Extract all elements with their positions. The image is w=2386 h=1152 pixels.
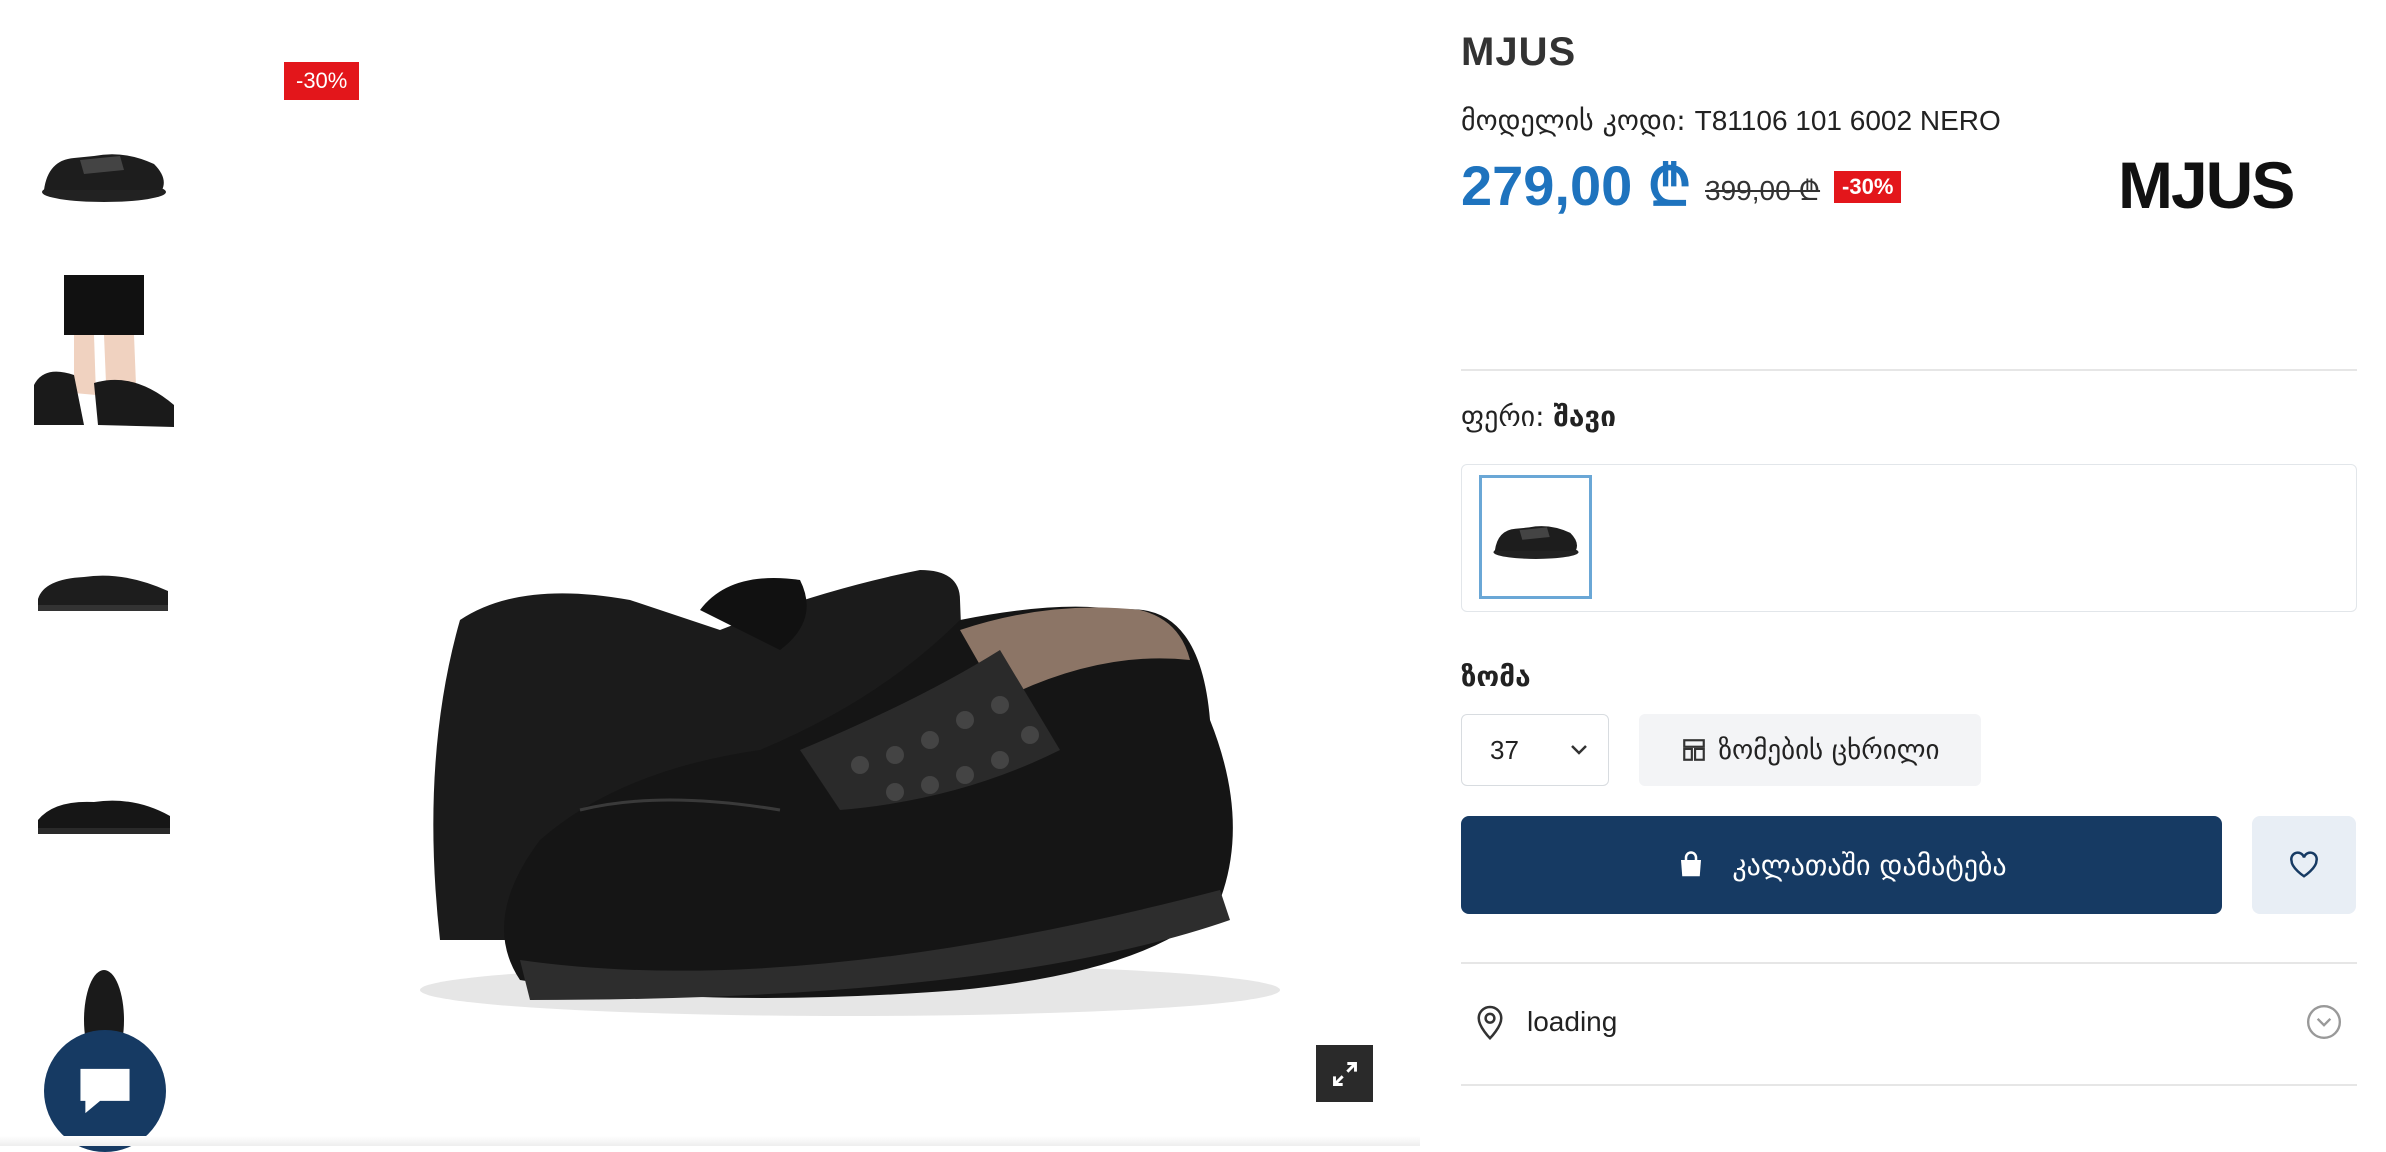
size-selected-value: 37 [1490,734,1519,765]
size-label: ზომა [1461,660,1531,693]
color-swatch-black[interactable] [1479,475,1592,599]
color-label-text: ფერი: [1461,400,1545,433]
add-to-cart-button[interactable]: კალათაში დამატება [1461,816,2222,914]
store-availability-row[interactable]: loading [1461,962,2357,1082]
model-code-value: T81106 101 6002 NERO [1694,105,2001,136]
brand-logo[interactable]: MJUS [2118,150,2314,222]
add-to-cart-label: კალათაში დამატება [1732,848,2007,882]
divider [1461,1084,2357,1086]
store-availability-text: loading [1527,1006,1618,1037]
divider [1461,369,2357,371]
chat-icon [80,1068,130,1114]
bottom-fade [0,1136,1420,1146]
expand-icon [1332,1061,1357,1086]
thumbnail-2[interactable] [24,265,184,445]
discount-badge: -30% [284,62,360,100]
size-chart-button[interactable]: ზომების ცხრილი [1639,714,1981,786]
heart-icon [2290,851,2318,878]
shoe-profile-thumbnail-image [38,800,170,834]
bag-icon [1681,851,1702,877]
price-discount-badge: -30% [1834,171,1902,203]
product-brand-title: MJUS [1461,30,1577,74]
thumbnail-3[interactable] [24,495,184,675]
thumbnail-1[interactable] [24,80,184,260]
size-select[interactable]: 37 [1461,714,1609,786]
chevron-down-icon [1571,745,1587,755]
worn-shoe-thumbnail-image [34,275,174,427]
shoe-thumbnail-image [42,154,166,202]
size-chart-icon [1682,739,1705,761]
shoe-swatch-image [1492,526,1579,559]
chevron-down-icon [2306,1004,2342,1040]
model-code: მოდელის კოდი: T81106 101 6002 NERO [1461,104,2001,137]
shoe-side-thumbnail-image [38,575,168,611]
current-price: 279,00 ₾ [1461,154,1692,217]
main-product-image [420,570,1280,1016]
model-code-label: მოდელის კოდი: [1461,104,1686,137]
old-price: 399,00 ₾ [1705,175,1821,206]
chat-button[interactable] [44,1030,166,1152]
color-options-box [1461,464,2357,612]
price-row: 279,00 ₾ 399,00 ₾ -30% [1461,146,1902,222]
expand-image-button[interactable] [1316,1045,1373,1102]
location-pin-icon [1477,1005,1503,1041]
brand-logo-text: MJUS [2118,150,2293,222]
size-chart-label: ზომების ცხრილი [1718,734,1940,766]
thumbnail-4[interactable] [24,720,184,900]
color-value: შავი [1553,400,1617,433]
wishlist-button[interactable] [2252,816,2356,914]
color-label: ფერი: შავი [1461,400,1616,433]
